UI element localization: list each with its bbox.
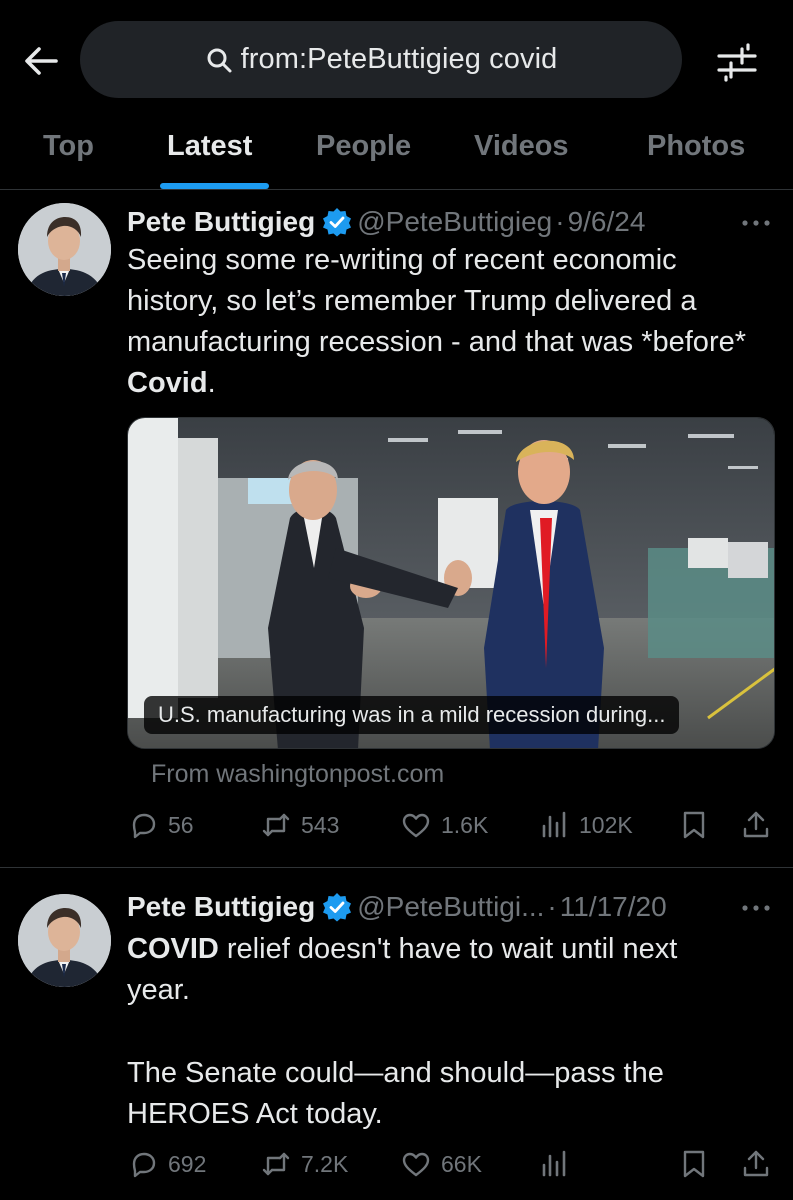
- like-icon: [402, 1152, 430, 1177]
- author-name[interactable]: Pete Buttigieg: [127, 891, 315, 923]
- verified-badge-icon: [323, 893, 352, 922]
- search-icon: [207, 48, 232, 72]
- search-filter-button[interactable]: [715, 40, 759, 84]
- tweet-date[interactable]: 11/17/20: [560, 891, 667, 923]
- tweet[interactable]: Pete Buttigieg @PeteButtigieg · 9/6/24 S…: [0, 191, 793, 868]
- repost-button[interactable]: 7.2K: [260, 1142, 348, 1186]
- bookmark-button[interactable]: [678, 1142, 710, 1186]
- tweet-text-highlight: Covid: [127, 367, 208, 399]
- reply-button[interactable]: 56: [127, 803, 194, 847]
- share-button[interactable]: [740, 803, 772, 847]
- tweet[interactable]: Pete Buttigieg @PeteButtigi... · 11/17/2…: [0, 869, 793, 1200]
- back-arrow-icon: [25, 47, 58, 75]
- bookmark-icon: [683, 1150, 705, 1178]
- tweet-date[interactable]: 9/6/24: [568, 206, 646, 238]
- like-count: 66K: [441, 1150, 482, 1177]
- views-button[interactable]: [538, 1142, 579, 1186]
- filter-sliders-icon: [717, 43, 757, 82]
- avatar-photo: [18, 203, 111, 296]
- search-input[interactable]: from:PeteButtigieg covid: [80, 21, 682, 98]
- like-button[interactable]: 66K: [400, 1142, 482, 1186]
- repost-icon: [262, 813, 290, 837]
- tweet-text: Seeing some re-writing of recent economi…: [127, 240, 767, 404]
- avatar-photo: [18, 894, 111, 987]
- search-results-screen: from:PeteButtigieg covid Top Latest Peop…: [0, 0, 793, 1200]
- repost-count: 543: [301, 811, 340, 838]
- repost-icon: [262, 1152, 290, 1176]
- active-tab-indicator: [160, 183, 269, 189]
- tab-videos[interactable]: Videos: [474, 130, 569, 185]
- bookmark-icon: [683, 811, 705, 839]
- avatar[interactable]: [18, 203, 111, 296]
- reply-count: 56: [168, 811, 194, 838]
- view-count: 102K: [579, 811, 633, 838]
- like-button[interactable]: 1.6K: [400, 803, 488, 847]
- author-name[interactable]: Pete Buttigieg: [127, 206, 315, 238]
- reply-button[interactable]: 692: [127, 1142, 206, 1186]
- separator-dot: ·: [555, 206, 565, 237]
- more-options-button[interactable]: [738, 205, 774, 241]
- like-icon: [402, 813, 430, 838]
- share-button[interactable]: [740, 1142, 772, 1186]
- tab-photos[interactable]: Photos: [647, 130, 745, 185]
- card-headline: U.S. manufacturing was in a mild recessi…: [144, 696, 680, 734]
- tweet-actions: 56 543 1.6K 102K: [0, 803, 793, 847]
- repost-count: 7.2K: [301, 1150, 349, 1177]
- tab-top[interactable]: Top: [43, 130, 94, 185]
- tweet-header: Pete Buttigieg @PeteButtigi... · 11/17/2…: [127, 887, 667, 927]
- views-icon: [542, 1150, 566, 1177]
- views-icon: [542, 811, 566, 838]
- reply-icon: [132, 1152, 156, 1178]
- top-bar: from:PeteButtigieg covid: [0, 0, 793, 120]
- share-icon: [743, 1150, 769, 1177]
- back-button[interactable]: [20, 40, 62, 82]
- repost-button[interactable]: 543: [260, 803, 339, 847]
- card-source[interactable]: From washingtonpost.com: [151, 760, 444, 789]
- tab-latest[interactable]: Latest: [167, 130, 252, 185]
- more-dots-icon: [742, 905, 770, 911]
- avatar[interactable]: [18, 894, 111, 987]
- link-card[interactable]: U.S. manufacturing was in a mild recessi…: [127, 417, 775, 749]
- tweet-text-part: .: [207, 367, 216, 399]
- tweet-text-paragraph: The Senate could—and should—pass the HER…: [127, 1057, 664, 1130]
- reply-icon: [132, 813, 156, 839]
- author-handle[interactable]: @PeteButtigieg: [357, 206, 552, 238]
- like-count: 1.6K: [441, 811, 489, 838]
- more-dots-icon: [742, 220, 770, 226]
- search-query-text: from:PeteButtigieg covid: [240, 43, 558, 75]
- tweet-actions: 692 7.2K 66K: [0, 1142, 793, 1186]
- search-tabs: Top Latest People Videos Photos: [0, 120, 793, 190]
- tweet-header: Pete Buttigieg @PeteButtigieg · 9/6/24: [127, 202, 645, 242]
- separator-dot: ·: [547, 891, 557, 922]
- tweet-text-highlight: COVID: [127, 933, 219, 965]
- share-icon: [743, 811, 769, 838]
- more-options-button[interactable]: [738, 890, 774, 926]
- reply-count: 692: [168, 1150, 207, 1177]
- verified-badge-icon: [323, 208, 352, 237]
- bookmark-button[interactable]: [678, 803, 710, 847]
- tweet-text: COVID relief doesn't have to wait until …: [127, 929, 747, 1011]
- views-button[interactable]: 102K: [538, 803, 633, 847]
- author-handle[interactable]: @PeteButtigi...: [357, 891, 544, 923]
- tweet-text-part: Seeing some re-writing of recent economi…: [127, 244, 747, 358]
- tab-people[interactable]: People: [316, 130, 411, 185]
